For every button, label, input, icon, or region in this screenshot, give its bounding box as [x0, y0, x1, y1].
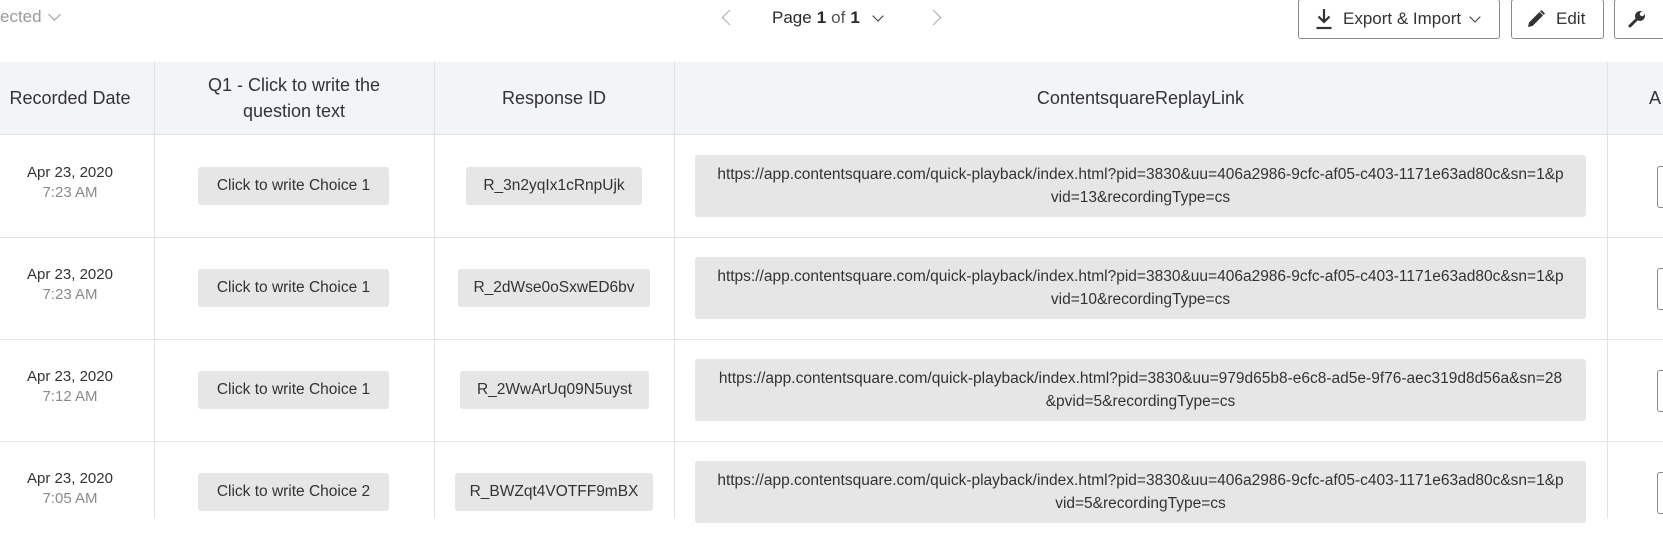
toolbar: ected Page 1 of 1 Export & Import Edit [0, 0, 1663, 62]
chevron-down-icon [47, 8, 61, 21]
recorded-date-cell: Apr 23, 2020 7:12 AM [0, 368, 140, 405]
page-total: 1 [850, 8, 860, 27]
response-id-chip[interactable]: R_3n2yqIx1cRnpUjk [466, 167, 642, 205]
edit-button[interactable]: Edit [1511, 0, 1604, 39]
column-header-q1[interactable]: Q1 - Click to write the question text [196, 62, 392, 134]
pencil-icon [1528, 9, 1546, 27]
recorded-date: Apr 23, 2020 [27, 164, 113, 181]
column-header-response-id[interactable]: Response ID [434, 62, 674, 134]
export-import-label: Export & Import [1343, 9, 1462, 28]
chevron-down-icon [1469, 10, 1481, 23]
recorded-time: 7:12 AM [42, 388, 98, 405]
recorded-time: 7:23 AM [42, 184, 98, 201]
wrench-icon [1628, 11, 1645, 28]
edit-label: Edit [1556, 9, 1586, 28]
recorded-date: Apr 23, 2020 [27, 266, 113, 283]
replay-link-chip[interactable]: https://app.contentsquare.com/quick-play… [695, 257, 1586, 319]
recorded-date: Apr 23, 2020 [27, 368, 113, 385]
previous-page-button[interactable] [718, 8, 738, 28]
recorded-date: Apr 23, 2020 [27, 470, 113, 487]
recorded-date-cell: Apr 23, 2020 7:05 AM [0, 470, 140, 507]
table-row[interactable]: Apr 23, 2020 7:23 AM Click to write Choi… [0, 135, 1663, 238]
recorded-time: 7:05 AM [42, 490, 98, 507]
selection-dropdown[interactable]: ected [0, 6, 61, 28]
replay-link-chip[interactable]: https://app.contentsquare.com/quick-play… [695, 461, 1586, 523]
table-row[interactable]: Apr 23, 2020 7:23 AM Click to write Choi… [0, 237, 1663, 340]
table-header: Recorded Date Q1 - Click to write the qu… [0, 62, 1663, 135]
table-row[interactable]: Apr 23, 2020 7:12 AM Click to write Choi… [0, 339, 1663, 442]
replay-link-chip[interactable]: https://app.contentsquare.com/quick-play… [695, 359, 1586, 421]
page-current: 1 [816, 8, 827, 27]
table-row[interactable]: Apr 23, 2020 7:05 AM Click to write Choi… [0, 441, 1663, 543]
page-of: of [831, 8, 846, 27]
chevron-down-icon [872, 9, 884, 22]
response-id-chip[interactable]: R_2WwArUq09N5uyst [460, 371, 649, 409]
row-action-button[interactable] [1657, 166, 1663, 208]
row-action-button[interactable] [1657, 268, 1663, 310]
column-header-recorded-date[interactable]: Recorded Date [0, 62, 140, 134]
row-action-button[interactable] [1657, 370, 1663, 412]
download-icon [1316, 9, 1332, 30]
page-prefix: Page [772, 8, 812, 27]
selection-label: ected [0, 7, 42, 26]
choice-chip[interactable]: Click to write Choice 1 [198, 269, 389, 307]
export-import-button[interactable]: Export & Import [1298, 0, 1500, 39]
column-header-contentsquare-link[interactable]: ContentsquareReplayLink [674, 62, 1607, 134]
choice-chip[interactable]: Click to write Choice 2 [198, 473, 389, 511]
choice-chip[interactable]: Click to write Choice 1 [198, 371, 389, 409]
page-selector[interactable]: Page 1 of 1 [772, 6, 884, 30]
replay-link-chip[interactable]: https://app.contentsquare.com/quick-play… [695, 155, 1586, 217]
recorded-date-cell: Apr 23, 2020 7:23 AM [0, 164, 140, 201]
tools-button[interactable] [1614, 0, 1663, 39]
next-page-button[interactable] [926, 8, 946, 28]
recorded-date-cell: Apr 23, 2020 7:23 AM [0, 266, 140, 303]
choice-chip[interactable]: Click to write Choice 1 [198, 167, 389, 205]
response-id-chip[interactable]: R_BWZqt4VOTFF9mBX [455, 473, 653, 511]
recorded-time: 7:23 AM [42, 286, 98, 303]
response-id-chip[interactable]: R_2dWse0oSxwED6bv [458, 269, 650, 307]
row-action-button[interactable] [1657, 472, 1663, 514]
column-header-partial[interactable]: A [1649, 62, 1663, 134]
